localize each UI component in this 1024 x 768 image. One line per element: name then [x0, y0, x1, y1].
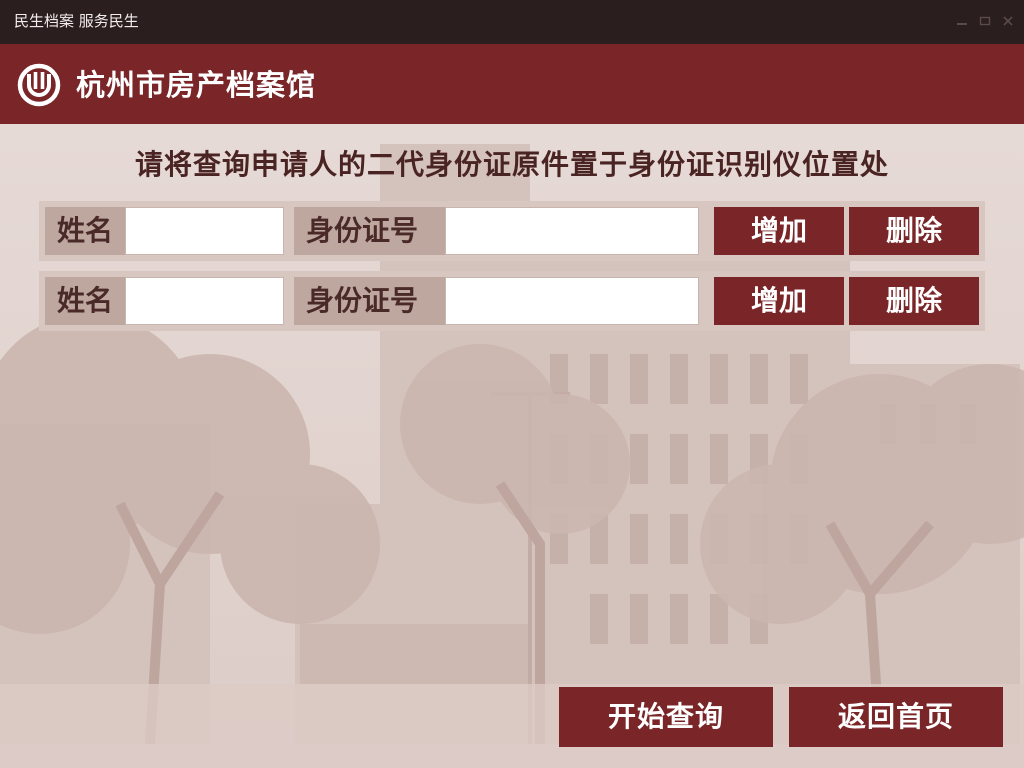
close-icon[interactable]: [1001, 14, 1015, 28]
app-title: 杭州市房产档案馆: [76, 68, 317, 102]
instruction-text: 请将查询申请人的二代身份证原件置于身份证识别仪位置处: [134, 148, 889, 181]
delete-button[interactable]: 删除: [849, 207, 979, 255]
id-number-label: 身份证号: [294, 277, 445, 325]
name-label: 姓名: [45, 207, 125, 255]
delete-button[interactable]: 删除: [849, 277, 979, 325]
add-button[interactable]: 增加: [714, 207, 844, 255]
archive-logo-icon: [16, 62, 62, 108]
applicant-row: 姓名 身份证号 增加 删除: [39, 201, 985, 261]
start-query-button[interactable]: 开始查询: [559, 687, 773, 747]
app-header: 杭州市房产档案馆: [0, 44, 1024, 124]
back-home-button[interactable]: 返回首页: [789, 687, 1003, 747]
name-label: 姓名: [45, 277, 125, 325]
applicant-row: 姓名 身份证号 增加 删除: [39, 271, 985, 331]
window-title: 民生档案 服务民生: [14, 12, 139, 30]
name-input[interactable]: [125, 277, 284, 325]
name-input[interactable]: [125, 207, 284, 255]
id-number-input[interactable]: [445, 207, 699, 255]
add-button[interactable]: 增加: [714, 277, 844, 325]
id-number-label: 身份证号: [294, 207, 445, 255]
app-window: 民生档案 服务民生 杭州市房产档案馆 请将查询申请人的二代身份证原件置于身份证识…: [0, 0, 1024, 768]
minimize-icon[interactable]: [955, 14, 969, 28]
maximize-icon[interactable]: [978, 14, 992, 28]
id-number-input[interactable]: [445, 277, 699, 325]
window-titlebar: 民生档案 服务民生: [0, 0, 1024, 44]
